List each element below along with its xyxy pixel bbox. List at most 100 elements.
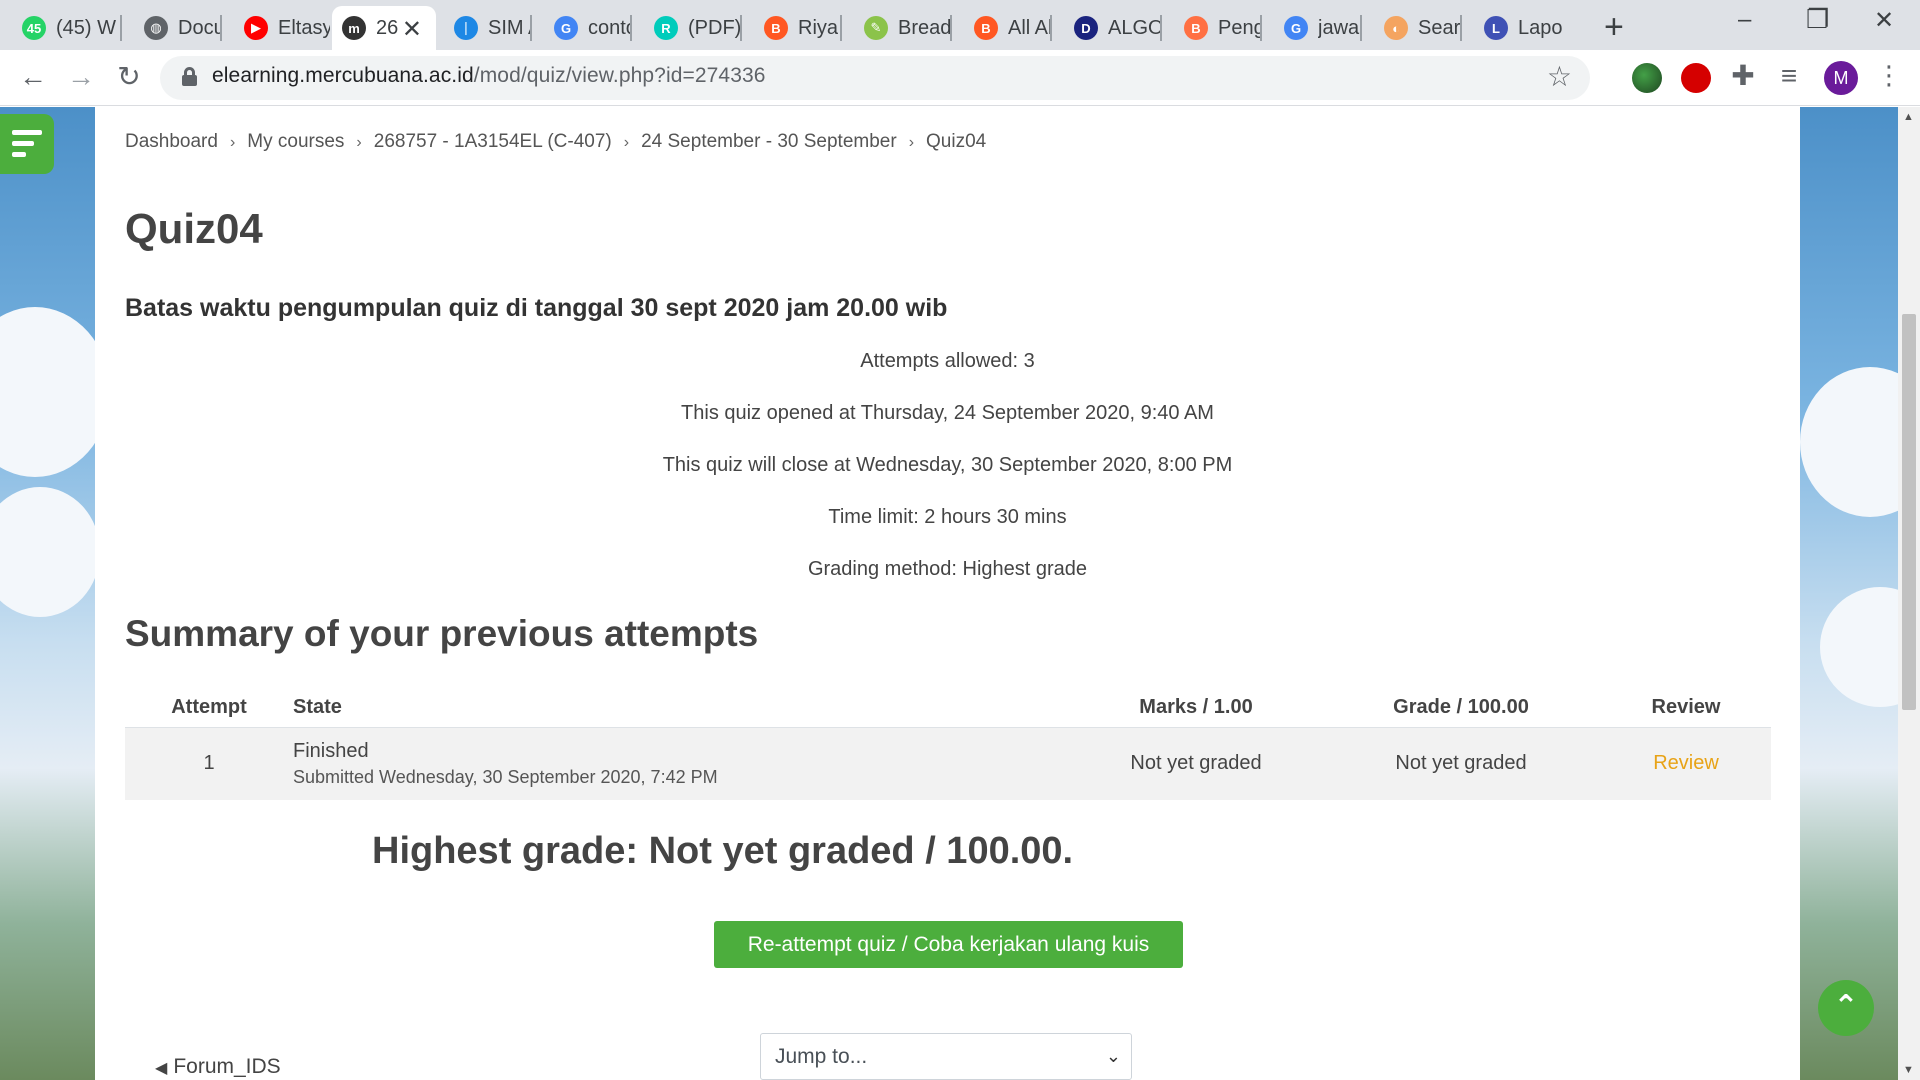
page-title: Quiz04 (125, 205, 263, 252)
blogger-icon: B (764, 16, 788, 40)
google-icon: G (1284, 16, 1308, 40)
breadcrumb-section[interactable]: 24 September - 30 September (641, 131, 897, 155)
browser-tab[interactable]: Gjawab (1262, 6, 1360, 50)
forward-icon[interactable]: → (64, 60, 98, 94)
triangle-left-icon: ◀ (155, 1060, 168, 1077)
jump-to-value: Jump to... (775, 1045, 868, 1068)
browser-tab[interactable]: ◐ Searc (1362, 6, 1460, 50)
adblock-icon[interactable] (1681, 63, 1711, 93)
attempt-grade: Not yet graded (1321, 727, 1601, 800)
quiz-intro: Batas waktu pengumpulan quiz di tanggal … (125, 294, 948, 322)
review-link[interactable]: Review (1653, 752, 1719, 774)
background-cloud (1800, 367, 1898, 517)
previous-activity-link[interactable]: ◀ Forum_IDS (155, 1055, 281, 1079)
browser-tab[interactable]: B All Ab (952, 6, 1050, 50)
browser-tab[interactable]: ✎ Bread (842, 6, 950, 50)
tab-title: ALGO (1108, 16, 1160, 39)
scroll-up-arrow-icon[interactable]: ▲ (1903, 111, 1914, 123)
browser-tab[interactable]: ▶ Eltasy (222, 6, 330, 50)
background-cloud (0, 307, 110, 477)
youtube-icon: ▶ (244, 16, 268, 40)
breadcrumb-dashboard[interactable]: Dashboard (125, 131, 218, 155)
header-marks: Marks / 1.00 (1071, 687, 1321, 728)
extension-globe-icon[interactable] (1632, 63, 1662, 93)
lock-icon[interactable] (182, 67, 197, 86)
bookmark-star-icon[interactable]: ☆ (1547, 60, 1572, 93)
tab-title: 26 (376, 16, 399, 39)
background-cloud (0, 487, 100, 617)
breadcrumb-quiz[interactable]: Quiz04 (926, 131, 986, 155)
restore-icon[interactable]: ❐ (1806, 4, 1829, 35)
browser-menu-icon[interactable]: ⋮ (1876, 60, 1902, 91)
url-text[interactable]: elearning.mercubuana.ac.id/mod/quiz/view… (212, 64, 766, 88)
tab-title: Penge (1218, 16, 1260, 39)
browser-tab[interactable]: 45 (45) W (0, 6, 118, 50)
header-grade: Grade / 100.00 (1321, 687, 1601, 728)
moodle-icon: m (342, 16, 366, 40)
media-control-icon[interactable]: ≡ (1772, 59, 1806, 93)
minimize-icon[interactable]: – (1738, 6, 1751, 34)
browser-tab[interactable]: L Lapor (1462, 6, 1562, 50)
browser-tab[interactable]: ◍ Docu (122, 6, 222, 50)
breadcrumb-course[interactable]: 268757 - 1A3154EL (C-407) (374, 131, 612, 155)
profile-avatar[interactable]: M (1824, 61, 1858, 95)
browser-toolbar: ← → ↻ elearning.mercubuana.ac.id/mod/qui… (0, 50, 1920, 106)
chevron-right-icon: › (356, 134, 362, 151)
blogger-icon: B (1184, 16, 1208, 40)
tab-title: Lapor (1518, 16, 1562, 39)
close-tab-icon[interactable]: ✕ (402, 15, 422, 44)
chevron-down-icon: ⌄ (1105, 1046, 1121, 1066)
browser-tab[interactable]: m 26 ✕ (332, 6, 436, 50)
reattempt-quiz-button[interactable]: Re-attempt quiz / Coba kerjakan ulang ku… (714, 921, 1183, 968)
tab-title: conto (588, 16, 630, 39)
submitted-date: Submitted Wednesday, 30 September 2020, … (293, 766, 718, 787)
address-bar[interactable]: elearning.mercubuana.ac.id/mod/quiz/view… (160, 56, 1590, 100)
extensions-puzzle-icon[interactable]: ✚ (1726, 59, 1760, 93)
quiz-open-date: This quiz opened at Thursday, 24 Septemb… (681, 402, 1214, 424)
attempts-allowed: Attempts allowed: 3 (860, 350, 1035, 372)
close-window-icon[interactable]: ✕ (1874, 6, 1894, 35)
previous-activity-label: Forum_IDS (173, 1055, 281, 1078)
jump-to-select[interactable]: Jump to... ⌄ (760, 1033, 1132, 1080)
scrollbar-thumb[interactable] (1902, 314, 1916, 710)
back-icon[interactable]: ← (16, 60, 50, 94)
tab-title: (45) W (56, 16, 116, 39)
browser-tab[interactable]: B Riya A (742, 6, 840, 50)
attempt-state: Finished Submitted Wednesday, 30 Septemb… (293, 727, 1071, 800)
researchgate-icon: R (654, 16, 678, 40)
page-scrollbar[interactable]: ▲ ▼ (1898, 107, 1920, 1080)
browser-tab[interactable]: ❘ SIM A (432, 6, 530, 50)
tab-title: SIM A (488, 16, 530, 39)
dictio-icon: D (1074, 16, 1098, 40)
chevron-right-icon: › (229, 134, 236, 151)
reload-icon[interactable]: ↻ (112, 60, 146, 94)
summary-title: Summary of your previous attempts (125, 613, 759, 654)
browser-tab[interactable]: R (PDF) (632, 6, 740, 50)
attempt-number: 1 (125, 727, 293, 800)
table-row: 1 Finished Submitted Wednesday, 30 Septe… (125, 727, 1771, 800)
attempt-marks: Not yet graded (1071, 727, 1321, 800)
tab-strip: 45(45) W◍Docu▶Eltasym26✕❘SIM AGcontoR(PD… (0, 0, 1920, 50)
sim-icon: ❘ (454, 16, 478, 40)
attempt-review-cell: Review (1601, 727, 1771, 800)
google-icon: G (554, 16, 578, 40)
tab-title: Riya A (798, 16, 840, 39)
breadcrumb-my-courses[interactable]: My courses (247, 131, 344, 155)
header-review: Review (1601, 687, 1771, 728)
quiz-close-date: This quiz will close at Wednesday, 30 Se… (662, 454, 1233, 476)
scroll-to-top-button[interactable]: ⌃ (1818, 980, 1874, 1036)
table-header-row: Attempt State Marks / 1.00 Grade / 100.0… (125, 687, 1771, 728)
blogger-icon: B (974, 16, 998, 40)
browser-tab[interactable]: Gconto (532, 6, 630, 50)
state-label: Finished (293, 739, 369, 762)
browser-tab[interactable]: D ALGO (1052, 6, 1160, 50)
browser-tab[interactable]: B Penge (1162, 6, 1260, 50)
new-tab-icon[interactable]: + (1604, 8, 1624, 47)
tab-title: Searc (1418, 16, 1460, 39)
highest-grade: Highest grade: Not yet graded / 100.00. (372, 830, 1074, 872)
header-attempt: Attempt (125, 687, 293, 728)
tab-title: All Ab (1008, 16, 1050, 39)
chevron-right-icon: › (623, 134, 630, 151)
nav-drawer-toggle[interactable] (0, 114, 54, 174)
scroll-down-arrow-icon[interactable]: ▼ (1903, 1064, 1914, 1076)
